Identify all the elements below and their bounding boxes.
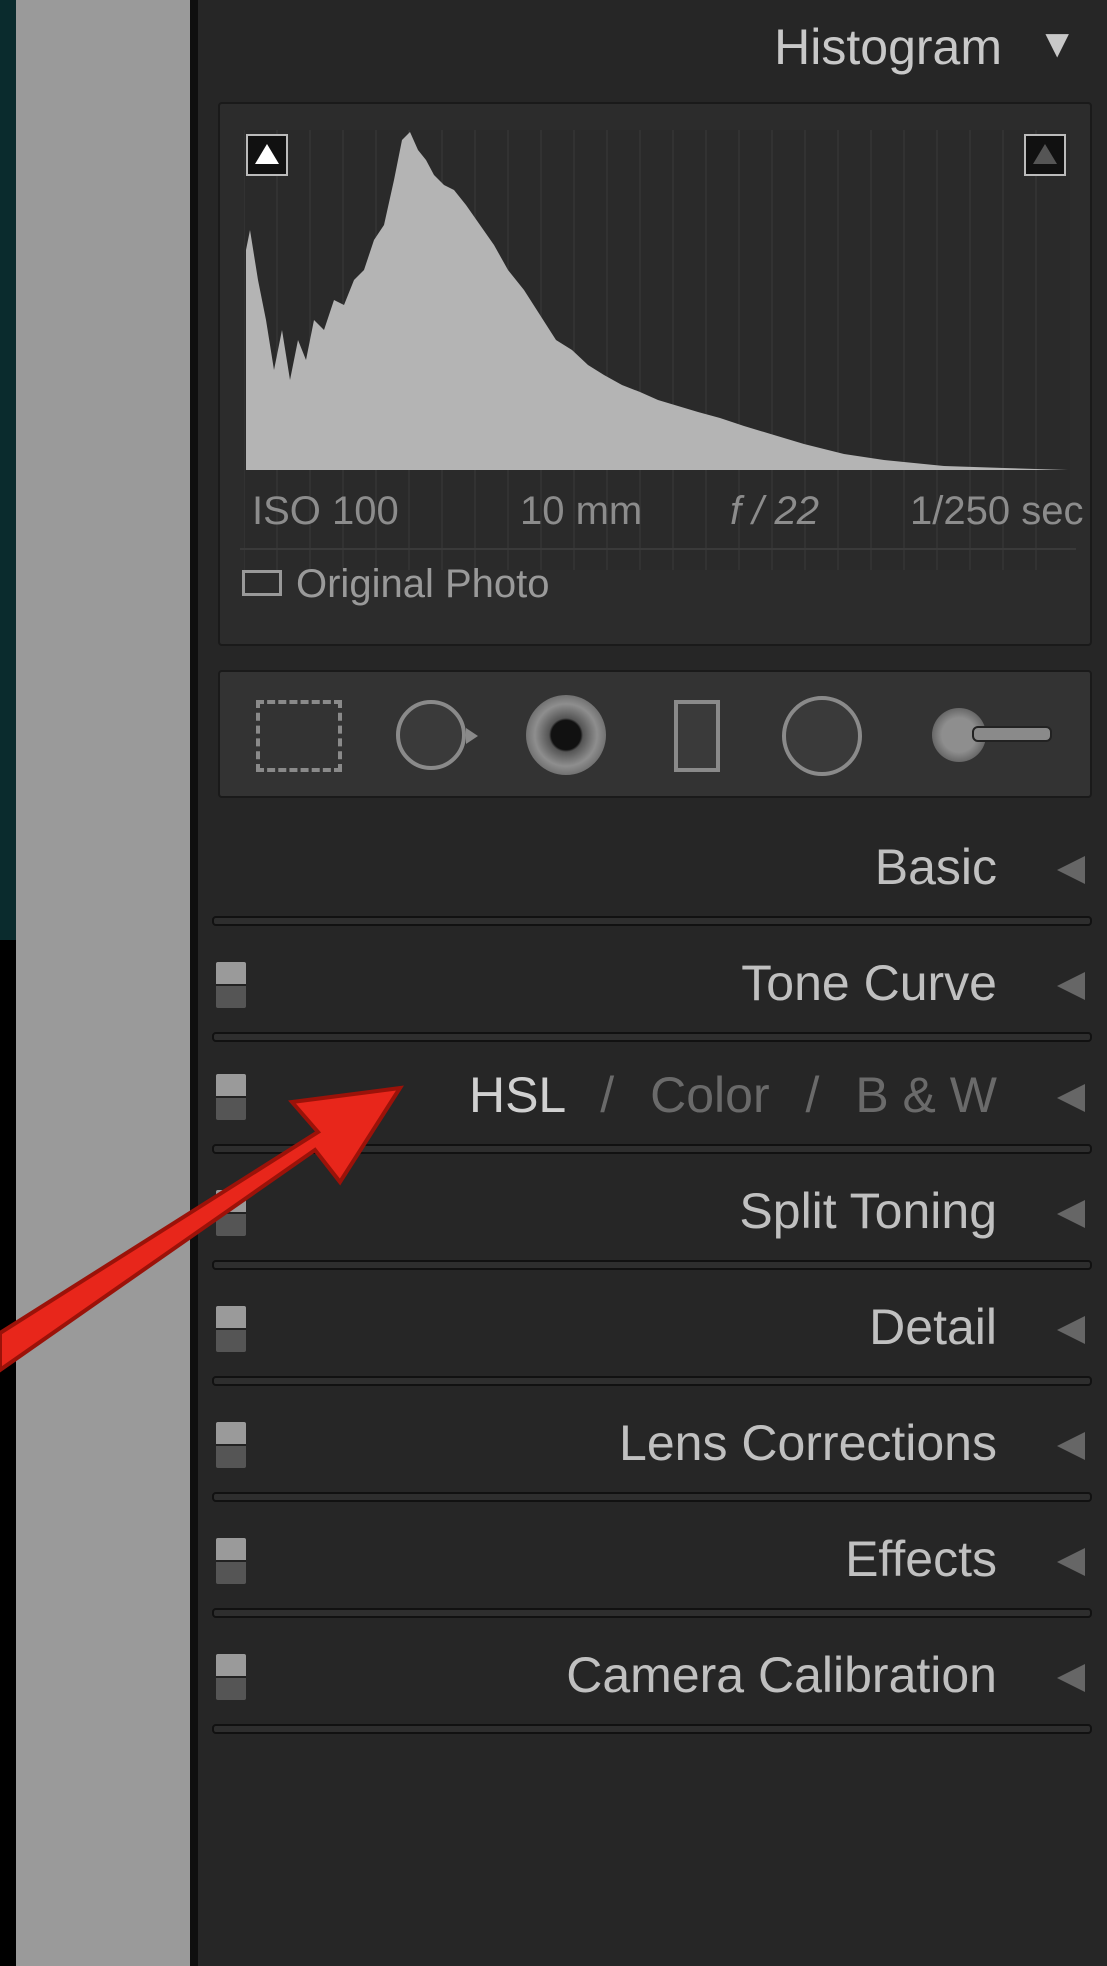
tab-separator: / <box>600 1067 615 1123</box>
section-divider <box>212 1724 1092 1734</box>
tab-color[interactable]: Color <box>650 1067 769 1123</box>
lightroom-develop-panel-screenshot: Histogram ▼ ISO 100 10 mm f / 22 1/250 s… <box>0 0 1107 1966</box>
expand-arrow-icon[interactable] <box>1051 968 1087 1004</box>
tab-hsl[interactable]: HSL <box>469 1067 564 1123</box>
graduated-filter-icon[interactable] <box>674 692 724 778</box>
original-photo-label: Original Photo <box>296 562 550 606</box>
expand-arrow-icon[interactable] <box>1051 1660 1087 1696</box>
section-divider <box>212 1376 1092 1386</box>
hsl-tab-group: HSL / Color / B & W <box>469 1066 997 1124</box>
spot-removal-icon[interactable] <box>396 692 480 778</box>
section-label: Tone Curve <box>741 955 997 1011</box>
panel-toggle-switch[interactable] <box>216 1306 246 1352</box>
focal-length-value: 10 mm <box>520 489 643 533</box>
panel-toggle-switch[interactable] <box>216 1074 246 1120</box>
section-divider <box>212 1032 1092 1042</box>
section-detail[interactable]: Detail <box>198 1276 1107 1394</box>
original-photo-toggle[interactable]: Original Photo <box>242 562 549 622</box>
section-basic[interactable]: Basic <box>198 816 1107 934</box>
adjustment-brush-icon[interactable] <box>932 692 1052 778</box>
section-divider <box>212 1260 1092 1270</box>
filmstrip-edge <box>16 0 190 1966</box>
histogram-separator <box>240 548 1076 550</box>
section-split-toning[interactable]: Split Toning <box>198 1160 1107 1278</box>
section-divider <box>212 1492 1092 1502</box>
highlight-clipping-toggle[interactable] <box>1024 134 1066 176</box>
photo-preview-area <box>0 0 190 1966</box>
expand-arrow-icon[interactable] <box>1051 1312 1087 1348</box>
photo-edge <box>0 0 16 940</box>
panel-toggle-switch[interactable] <box>216 1538 246 1584</box>
section-label: Effects <box>845 1531 997 1587</box>
red-eye-correction-icon[interactable] <box>526 692 606 778</box>
tool-strip <box>218 670 1092 798</box>
expand-arrow-icon[interactable] <box>1051 1196 1087 1232</box>
panel-toggle-switch[interactable] <box>216 1422 246 1468</box>
section-tone-curve[interactable]: Tone Curve <box>198 932 1107 1050</box>
section-divider <box>212 1608 1092 1618</box>
collapse-triangle-icon[interactable]: ▼ <box>1037 22 1077 67</box>
section-label: Basic <box>874 839 997 895</box>
section-camera-calibration[interactable]: Camera Calibration <box>198 1624 1107 1742</box>
exif-row: ISO 100 10 mm f / 22 1/250 sec <box>220 489 1094 549</box>
radial-filter-icon[interactable] <box>782 692 862 778</box>
crop-overlay-icon[interactable] <box>256 700 342 772</box>
panel-toggle-switch[interactable] <box>216 1654 246 1700</box>
tab-separator: / <box>805 1067 820 1123</box>
section-label: Lens Corrections <box>619 1415 997 1471</box>
section-label: Camera Calibration <box>566 1647 997 1703</box>
section-hsl-color-bw[interactable]: HSL / Color / B & W <box>198 1044 1107 1162</box>
histogram-title: Histogram <box>774 19 1002 75</box>
expand-arrow-icon[interactable] <box>1051 1080 1087 1116</box>
shutter-value: 1/250 sec <box>910 489 1084 533</box>
histogram-header[interactable]: Histogram ▼ <box>198 0 1107 100</box>
section-lens-corrections[interactable]: Lens Corrections <box>198 1392 1107 1510</box>
iso-value: ISO 100 <box>252 489 399 533</box>
histogram-box: ISO 100 10 mm f / 22 1/250 sec Original … <box>218 102 1092 646</box>
shadow-clipping-toggle[interactable] <box>246 134 288 176</box>
aperture-value: f / 22 <box>730 489 819 533</box>
section-effects[interactable]: Effects <box>198 1508 1107 1626</box>
section-label: Detail <box>869 1299 997 1355</box>
panel-toggle-switch[interactable] <box>216 1190 246 1236</box>
tab-bw[interactable]: B & W <box>855 1067 997 1123</box>
panel-toggle-switch[interactable] <box>216 962 246 1008</box>
expand-arrow-icon[interactable] <box>1051 1544 1087 1580</box>
right-panel: Histogram ▼ ISO 100 10 mm f / 22 1/250 s… <box>198 0 1107 1966</box>
photo-frame-icon <box>242 570 282 597</box>
expand-arrow-icon[interactable] <box>1051 852 1087 888</box>
panel-divider[interactable] <box>190 0 198 1966</box>
expand-arrow-icon[interactable] <box>1051 1428 1087 1464</box>
section-divider <box>212 1144 1092 1154</box>
section-label: Split Toning <box>739 1183 997 1239</box>
section-divider <box>212 916 1092 926</box>
